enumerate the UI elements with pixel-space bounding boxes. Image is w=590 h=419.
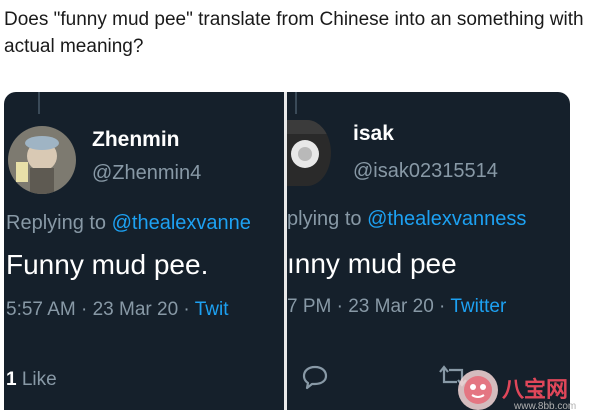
tweet-timestamp: 7 PM · 23 Mar 20 · Twitter: [287, 296, 506, 318]
timestamp-text[interactable]: 7 PM · 23 Mar 20 ·: [287, 296, 450, 317]
watermark-text: 八宝网: [502, 378, 569, 403]
thread-line: [295, 92, 297, 114]
source-link[interactable]: Twitter: [450, 296, 506, 317]
likes-number: 1: [6, 369, 17, 390]
likes-count[interactable]: 1 Like: [6, 369, 57, 391]
mention-link[interactable]: @thealexvanness: [367, 208, 526, 230]
watermark-logo-icon: [458, 370, 498, 410]
avatar-isak[interactable]: [287, 120, 331, 186]
mention-link[interactable]: @thealexvanne: [112, 212, 251, 234]
replying-to-label: Replying to: [6, 212, 112, 234]
display-name[interactable]: isak: [353, 122, 394, 146]
user-handle[interactable]: @isak02315514: [353, 160, 498, 183]
timestamp-text[interactable]: 5:57 AM · 23 Mar 20 ·: [6, 299, 195, 320]
reply-icon[interactable]: [301, 362, 329, 395]
user-handle[interactable]: @Zhenmin4: [92, 162, 201, 185]
watermark-url: www.8bb.com: [514, 401, 577, 412]
site-watermark: 八宝网 www.8bb.com: [456, 368, 586, 416]
tweet-text: Funny mud pee.: [6, 249, 209, 280]
question-text: Does "funny mud pee" translate from Chin…: [4, 9, 584, 57]
replying-to: plying to @thealexvanness: [287, 208, 526, 231]
tweet-panel-zhenmin: Zhenmin @Zhenmin4 Replying to @thealexva…: [4, 92, 284, 410]
replying-to-label: plying to: [287, 208, 368, 230]
avatar-zhenmin[interactable]: [8, 126, 76, 194]
tweet-panel-isak: isak @isak02315514 plying to @thealexvan…: [287, 92, 570, 410]
likes-label: Like: [16, 369, 57, 390]
source-link[interactable]: Twit: [195, 299, 229, 320]
tweet-timestamp: 5:57 AM · 23 Mar 20 · Twit: [6, 299, 228, 321]
display-name[interactable]: Zhenmin: [92, 128, 180, 152]
thread-line: [38, 92, 40, 114]
replying-to: Replying to @thealexvanne: [6, 212, 251, 235]
tweet-text: ınny mud pee: [287, 248, 457, 279]
